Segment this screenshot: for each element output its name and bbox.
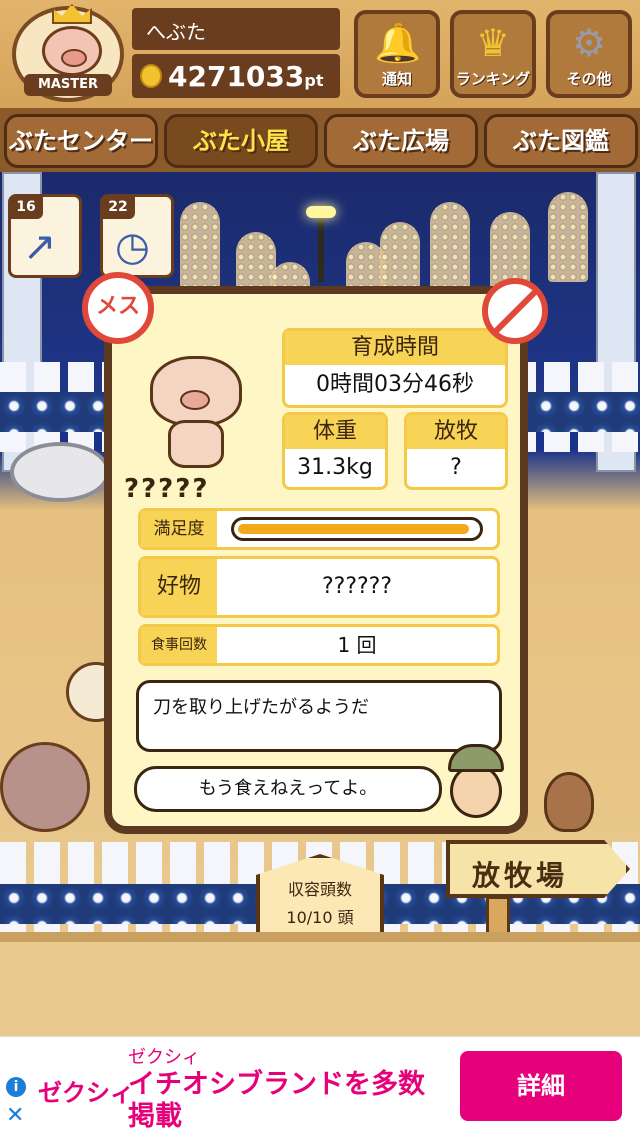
background-pig[interactable] (0, 742, 90, 832)
favorite-food-row: 好物 ?????? (138, 556, 500, 618)
main-tabs: ぶたセンター ぶた小屋 ぶた広場 ぶた図鑑 (0, 108, 640, 172)
coin-icon (140, 64, 162, 88)
weight-value: 31.3kg (297, 455, 373, 480)
stopwatch-count: 22 (101, 195, 135, 219)
tab-pig-center[interactable]: ぶたセンター (4, 114, 158, 168)
avatar-rank-badge: MASTER (24, 74, 112, 96)
sparrow[interactable] (544, 772, 594, 832)
pasture-sign[interactable]: 放牧場 (446, 840, 630, 898)
grazing-label: 放牧 (407, 415, 505, 449)
satisfaction-row: 満足度 (138, 508, 500, 550)
ranking-button[interactable]: ♛ ランキング (450, 10, 536, 98)
grazing-value: ? (450, 455, 462, 480)
ad-close-icon[interactable]: ✕ (6, 1103, 24, 1128)
capacity-value: 10/10 頭 (286, 908, 354, 927)
weight-box: 体重 31.3kg (282, 412, 388, 490)
stopwatch-icon: ◷ (115, 224, 150, 270)
syringe-count: 16 (9, 195, 43, 219)
capacity-label: 収容頭数 (287, 880, 352, 899)
satisfaction-bar-fill (238, 524, 469, 534)
farmer-speech: もう食えねえってよ。 (134, 766, 442, 812)
syringe-tool[interactable]: 16 ↗ (8, 194, 82, 278)
points-value: 4271033 (168, 60, 305, 93)
ad-banner[interactable]: i ✕ ゼクシィ ゼクシィ イチオシブランドを多数掲載 詳細 (0, 1036, 640, 1136)
stopwatch-tool[interactable]: 22 ◷ (100, 194, 174, 278)
pig-message: 刀を取り上げたがるようだ (136, 680, 502, 752)
street-lamp (306, 206, 336, 282)
lit-tree (430, 202, 470, 292)
lit-tree (180, 202, 220, 292)
notification-label: 通知 (381, 70, 412, 88)
meal-count-row: 食事回数 1 回 (138, 624, 500, 666)
pig-name: ????? (124, 474, 210, 504)
pasture-sign-label: 放牧場 (472, 859, 569, 892)
pig-portrait[interactable] (146, 356, 250, 472)
points-unit: pt (304, 71, 324, 90)
ranking-label: ランキング (455, 70, 531, 88)
other-label: その他 (566, 70, 612, 88)
tab-pig-encyclopedia[interactable]: ぶた図鑑 (484, 114, 638, 168)
weight-label: 体重 (285, 415, 385, 449)
ad-logo: ゼクシィ (38, 1079, 134, 1107)
female-gender-badge: メス (82, 272, 154, 344)
food-bar (0, 932, 640, 942)
bell-icon: 🔔 (374, 21, 422, 65)
grazing-box: 放牧 ? (404, 412, 508, 490)
favorite-food-label: 好物 (141, 559, 217, 615)
syringe-icon: ↗ (23, 224, 57, 270)
player-avatar[interactable]: MASTER (12, 4, 124, 102)
user-name: へぶた (132, 8, 340, 50)
meal-count-label: 食事回数 (141, 627, 217, 663)
favorite-food-value: ?????? (321, 574, 393, 599)
ad-detail-button[interactable]: 詳細 (460, 1051, 622, 1121)
farmer-portrait (444, 744, 508, 818)
tab-pig-hut[interactable]: ぶた小屋 (164, 114, 318, 168)
growth-time-label: 育成時間 (285, 331, 505, 365)
ad-headline[interactable]: イチオシブランドを多数掲載 (128, 1069, 448, 1133)
top-header: MASTER へぶた 4271033pt 🔔 通知 ♛ ランキング ⚙ その他 (0, 0, 640, 108)
growth-time-box: 育成時間 0時間03分46秒 (282, 328, 508, 408)
growth-time-value: 0時間03分46秒 (316, 372, 474, 397)
lit-tree (548, 192, 588, 282)
pig-face-icon (42, 26, 102, 76)
fountain[interactable] (10, 442, 110, 502)
other-button[interactable]: ⚙ その他 (546, 10, 632, 98)
ad-info-icon[interactable]: i (6, 1077, 26, 1097)
no-syringe-icon (482, 278, 548, 344)
points-display: 4271033pt (132, 54, 340, 98)
crown-icon (52, 4, 92, 24)
ad-brand: ゼクシィ (128, 1047, 200, 1068)
satisfaction-bar (231, 517, 483, 541)
notification-button[interactable]: 🔔 通知 (354, 10, 440, 98)
meal-count-value: 1 回 (337, 633, 377, 657)
gear-icon: ⚙ (571, 21, 607, 65)
crown-icon: ♛ (475, 21, 511, 65)
tab-pig-plaza[interactable]: ぶた広場 (324, 114, 478, 168)
satisfaction-label: 満足度 (141, 511, 217, 547)
